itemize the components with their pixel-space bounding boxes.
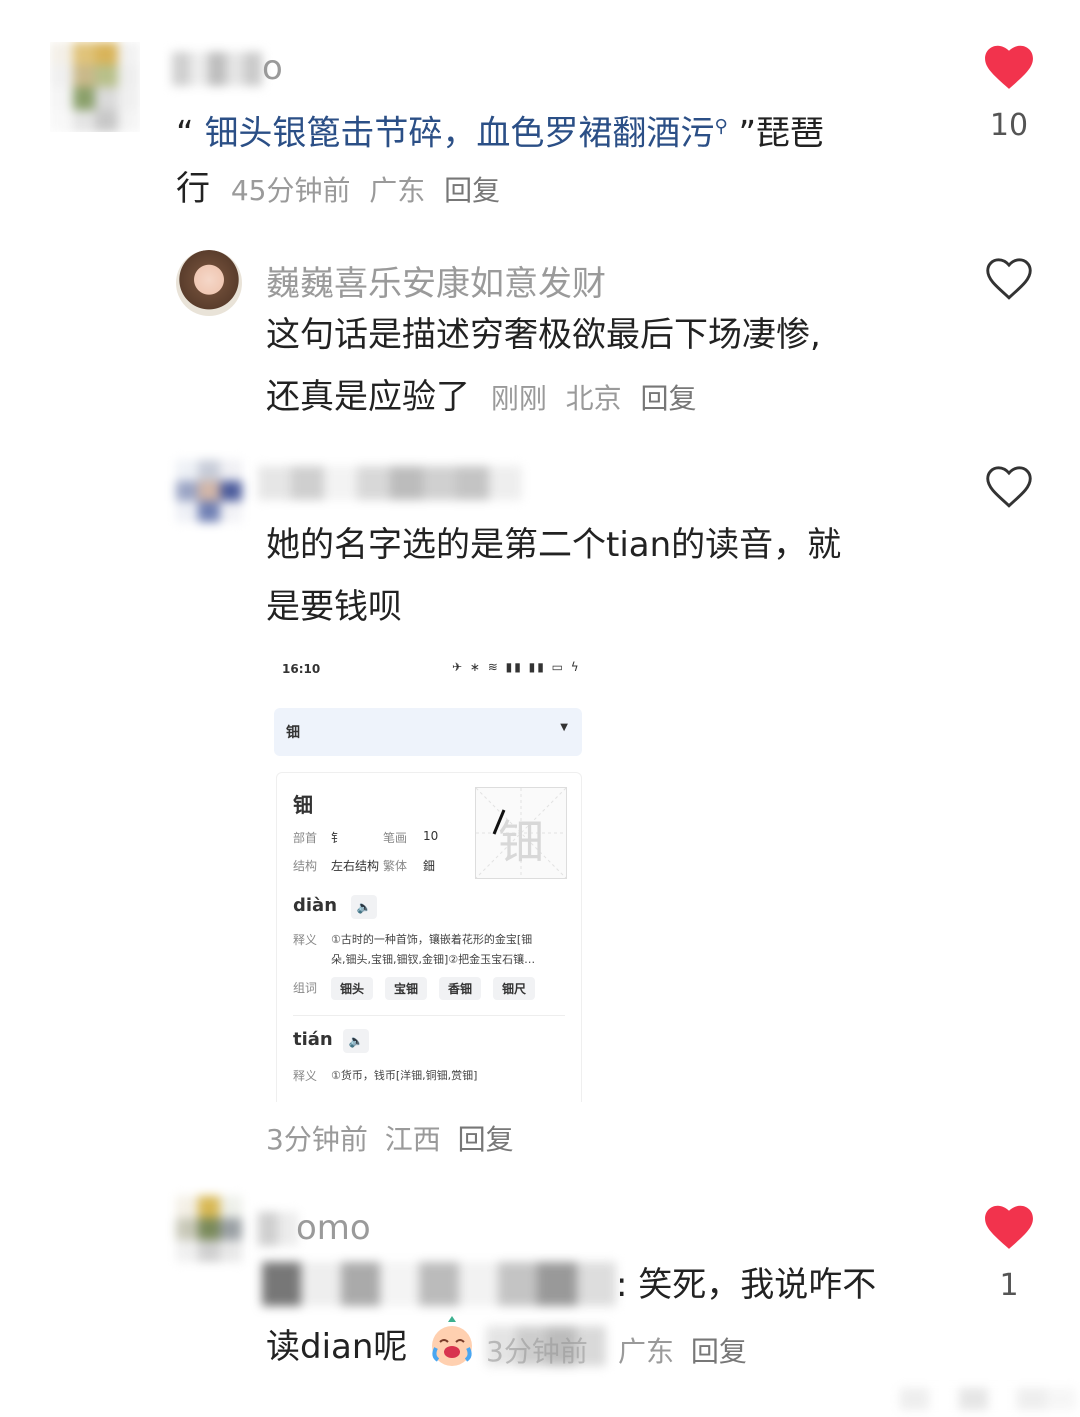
traditional-value: 鈿: [423, 859, 436, 873]
radical-label: 部首: [293, 831, 318, 845]
username[interactable]: omo: [296, 1208, 371, 1248]
comment-text-line2: 读dian呢: [266, 1316, 407, 1378]
status-time: 16:10: [282, 662, 321, 676]
quote-link[interactable]: 钿头银篦击节碎，血色罗裙翻酒污: [204, 113, 714, 153]
comment-text-tail: 还真是应验了: [266, 377, 470, 417]
traditional-label: 繁体: [383, 859, 408, 873]
chevron-down-icon[interactable]: ▼: [560, 722, 568, 733]
speaker-icon[interactable]: 🔈: [343, 1029, 369, 1053]
comment-time: 3分钟前: [266, 1123, 368, 1156]
heart-outline-icon[interactable]: [984, 256, 1034, 302]
comment-meta: 3分钟前 江西 回复: [266, 1118, 514, 1158]
radical-value: 钅: [331, 831, 344, 845]
search-value: 钿: [286, 725, 300, 741]
word-chip[interactable]: 钿尺: [493, 977, 536, 1000]
status-icons: ✈ ∗ ≋ ▮▮ ▮▮ ▭ ϟ: [452, 660, 581, 674]
comment-text-tail: 读dian呢: [266, 1327, 408, 1367]
char-title: 钿: [293, 793, 313, 817]
comment-location: 北京: [565, 382, 622, 415]
avatar[interactable]: [50, 42, 140, 132]
reply-to-mask: [262, 1262, 616, 1306]
strokes-label: 笔画: [383, 831, 408, 845]
meaning-label: 释义: [293, 1069, 318, 1083]
comment-text: : 笑死，我说咋不: [616, 1265, 877, 1305]
username[interactable]: o: [262, 48, 283, 88]
words-label: 组词: [293, 981, 318, 995]
comment-text-tail: 行: [176, 169, 210, 209]
watermark: [900, 1388, 1076, 1410]
comment-location: 广东: [618, 1335, 675, 1368]
comment-text-line2: 是要钱呗: [266, 587, 402, 627]
meaning-line: ①古时的一种首饰，镶嵌着花形的金宝[钿: [331, 933, 533, 946]
like-count: 10: [989, 108, 1029, 143]
speaker-icon[interactable]: 🔈: [351, 895, 377, 919]
avatar[interactable]: [176, 250, 242, 316]
heart-filled-icon[interactable]: [984, 44, 1034, 90]
avatar[interactable]: [176, 460, 242, 522]
comment-time: 刚刚: [490, 382, 547, 415]
meaning-line: ①货币，钱币[洋钿,铜钿,赏钿]: [331, 1069, 478, 1082]
comment-time: 3分钟前: [486, 1335, 588, 1368]
crying-laugh-emoji-icon: [426, 1316, 478, 1368]
comment-text-line2: 还真是应验了 刚刚 北京 回复: [266, 366, 696, 430]
pinyin-diàn: diàn: [293, 895, 338, 916]
comment-text-line2: 行 45分钟前 广东 回复: [176, 158, 500, 222]
words-list: 钿头 宝钿 香钿 钿尺: [331, 977, 547, 1000]
comment-location: 广东: [369, 174, 426, 207]
structure-label: 结构: [293, 859, 318, 873]
stroke-order-char: 钿: [498, 815, 544, 869]
reply-button[interactable]: 回复: [458, 1123, 514, 1156]
comment-time: 45分钟前: [230, 174, 351, 207]
pinyin-tián: tián: [293, 1029, 333, 1050]
username-mask: [172, 52, 262, 86]
search-icon[interactable]: ⚲: [714, 116, 727, 137]
quote-open: “: [176, 113, 194, 154]
comment-location: 江西: [384, 1123, 441, 1156]
comment-text: 这句话是描述穷奢极欲最后下场凄惨,: [266, 315, 821, 355]
reply-button[interactable]: 回复: [691, 1335, 747, 1368]
heart-outline-icon[interactable]: [984, 464, 1034, 510]
like-count: 1: [999, 1268, 1019, 1303]
comment-meta: 广东 回复: [618, 1330, 747, 1370]
divider: [293, 1015, 565, 1016]
username-mask: [258, 466, 522, 500]
word-chip[interactable]: 香钿: [439, 977, 482, 1000]
quote-close: ”琵琶: [738, 113, 825, 154]
word-chip[interactable]: 宝钿: [385, 977, 428, 1000]
reply-button[interactable]: 回复: [640, 382, 696, 415]
heart-filled-icon[interactable]: [984, 1204, 1034, 1250]
reply-button[interactable]: 回复: [444, 174, 500, 207]
comment-text: 她的名字选的是第二个tian的读音，就: [266, 525, 842, 565]
attached-image[interactable]: 16:10 ✈ ∗ ≋ ▮▮ ▮▮ ▭ ϟ 钿 ▼ 钿 部首 钅 笔画 10 结…: [266, 648, 596, 1102]
stroke-order-box[interactable]: 钿: [475, 787, 567, 879]
meaning-label: 释义: [293, 933, 318, 947]
meaning-line: 朵,钿头,宝钿,钿钗,金钿]②把金玉宝石镶…: [331, 953, 536, 966]
word-chip[interactable]: 钿头: [331, 977, 374, 1000]
comment-text: “ 钿头银篦击节碎，血色罗裙翻酒污⚲ ”琵琶: [176, 96, 936, 164]
avatar[interactable]: [176, 1196, 242, 1262]
username[interactable]: 巍巍喜乐安康如意发财: [266, 256, 606, 305]
structure-value: 左右结构: [331, 859, 380, 873]
strokes-value: 10: [423, 829, 439, 843]
username-mask: [258, 1212, 298, 1246]
search-box[interactable]: 钿 ▼: [274, 708, 582, 756]
dictionary-card: 钿 部首 钅 笔画 10 结构 左右结构 繁体 鈿 钿 diàn 🔈 释义 ①古…: [276, 772, 582, 1102]
